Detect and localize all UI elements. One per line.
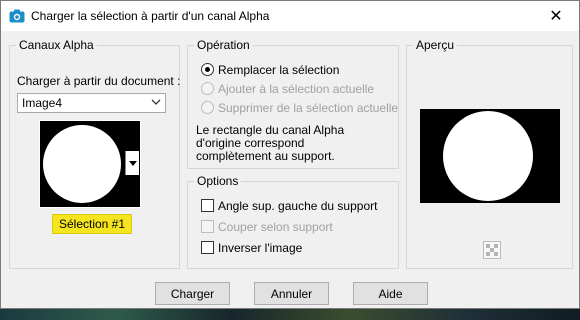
- clip-to-canvas-label[interactable]: Couper selon support: [218, 220, 333, 234]
- operation-description-line-2: d'origine correspond: [196, 136, 305, 150]
- add-selection-radio[interactable]: [201, 82, 214, 95]
- close-icon: ✕: [549, 8, 563, 25]
- clip-to-canvas-checkbox[interactable]: [201, 220, 214, 233]
- options-legend: Options: [194, 174, 242, 188]
- add-selection-label[interactable]: Ajouter à la sélection actuelle: [218, 82, 374, 96]
- help-button[interactable]: Aide: [353, 282, 428, 305]
- top-left-corner-label[interactable]: Angle sup. gauche du support: [218, 199, 377, 213]
- camera-icon: [9, 9, 25, 23]
- cancel-button[interactable]: Annuler: [254, 282, 329, 305]
- operation-description-line-1: Le rectangle du canal Alpha: [196, 123, 345, 137]
- replace-selection-radio[interactable]: [201, 63, 214, 76]
- title-bar[interactable]: Charger la sélection à partir d'un canal…: [1, 1, 579, 31]
- alpha-circle-thumbnail: [43, 125, 121, 203]
- preview-legend: Aperçu: [413, 38, 458, 52]
- alpha-thumbnail-dropdown-button[interactable]: [125, 151, 139, 175]
- subtract-selection-label[interactable]: Supprimer de la sélection actuelle: [218, 101, 398, 115]
- top-left-corner-checkbox[interactable]: [201, 199, 214, 212]
- alpha-channels-legend: Canaux Alpha: [16, 38, 97, 52]
- invert-image-checkbox[interactable]: [201, 241, 214, 254]
- subtract-selection-radio[interactable]: [201, 101, 214, 114]
- document-select[interactable]: Image4: [17, 93, 166, 113]
- preview-circle: [443, 111, 533, 201]
- replace-selection-label[interactable]: Remplacer la sélection: [218, 63, 339, 77]
- chevron-down-icon: [151, 99, 161, 105]
- close-button[interactable]: ✕: [533, 1, 579, 31]
- transparency-toggle-button[interactable]: [483, 241, 501, 259]
- document-select-value: Image4: [22, 96, 63, 110]
- preview-image: [420, 109, 560, 203]
- caret-down-icon: [128, 160, 137, 166]
- invert-image-label[interactable]: Inverser l'image: [218, 241, 302, 255]
- desktop-background: [0, 309, 580, 320]
- window-title: Charger la sélection à partir d'un canal…: [31, 9, 270, 23]
- dialog-window: Charger la sélection à partir d'un canal…: [0, 0, 580, 309]
- load-button[interactable]: Charger: [155, 282, 230, 305]
- load-from-document-label: Charger à partir du document :: [17, 74, 181, 88]
- checkerboard-icon: [486, 244, 498, 256]
- selection-badge: Sélection #1: [52, 214, 132, 234]
- operation-legend: Opération: [194, 38, 253, 52]
- operation-description-line-3: complètement au support.: [196, 149, 335, 163]
